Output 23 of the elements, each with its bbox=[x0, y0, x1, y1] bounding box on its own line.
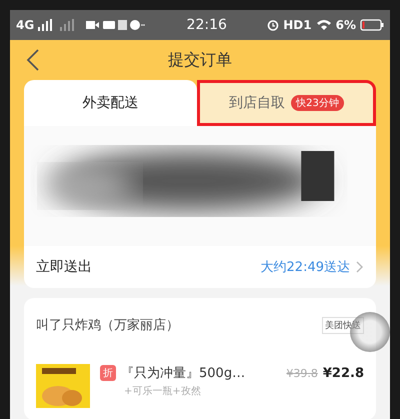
time-saving-badge: 快23分钟 bbox=[291, 95, 344, 111]
delivery-tag: 美团快送 bbox=[322, 316, 364, 334]
hd-label: HD1 bbox=[283, 18, 312, 32]
price: ¥22.8 bbox=[322, 366, 364, 380]
battery-percent: 6% bbox=[336, 18, 356, 32]
wifi-icon bbox=[316, 19, 332, 31]
back-icon[interactable] bbox=[26, 49, 40, 71]
page-title: 提交订单 bbox=[168, 50, 232, 70]
original-price: ¥39.8 bbox=[286, 366, 318, 380]
product-image bbox=[36, 364, 90, 408]
network-label: 4G bbox=[16, 18, 34, 32]
delivery-tab[interactable]: 到店自取 快23分钟 bbox=[197, 80, 376, 126]
store-name: 叫了只炸鸡（万家丽店） bbox=[36, 317, 179, 334]
eta-link[interactable]: 大约22:49送达 bbox=[260, 258, 350, 276]
discount-tag: 折 bbox=[100, 365, 116, 381]
product-options: +可乐一瓶+孜然 bbox=[124, 384, 364, 398]
delivery-tab[interactable]: 外卖配送 bbox=[24, 80, 197, 126]
battery-icon bbox=[360, 19, 384, 31]
notification-icons-drawing bbox=[86, 19, 146, 31]
delivery-time-label: 立即送出 bbox=[36, 258, 93, 276]
alarm-icon bbox=[267, 19, 280, 31]
product-name: 『只为冲量』500g… bbox=[121, 365, 246, 382]
clock-time: 22:16 bbox=[186, 17, 227, 33]
